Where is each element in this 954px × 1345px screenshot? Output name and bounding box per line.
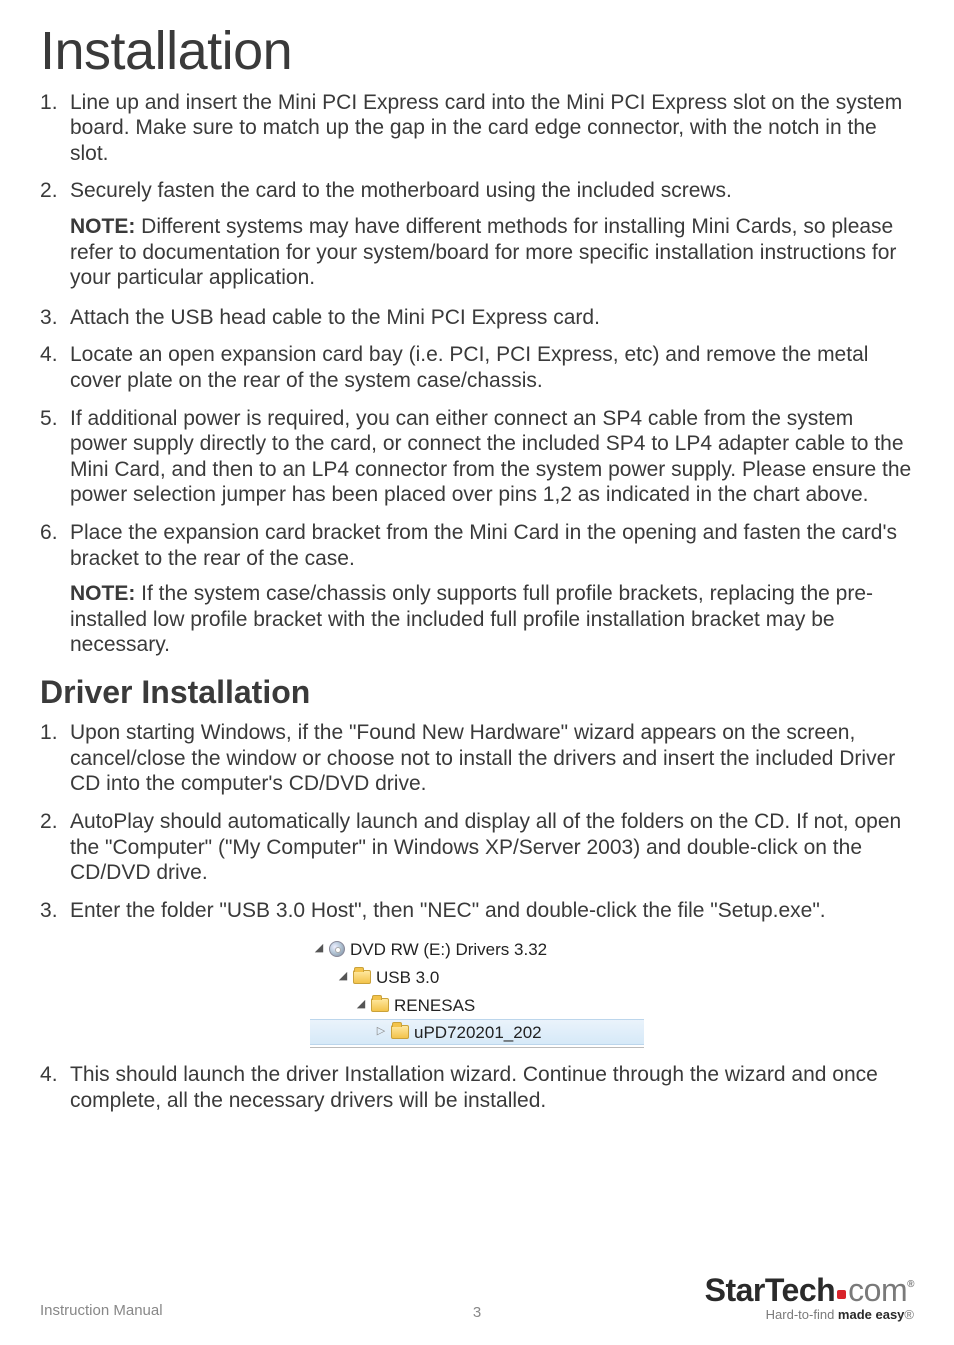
step-text: Securely fasten the card to the motherbo… bbox=[70, 179, 732, 202]
step-text: Place the expansion card bracket from th… bbox=[70, 521, 897, 570]
tree-label: uPD720201_202 bbox=[414, 1022, 542, 1043]
note: NOTE: If the system case/chassis only su… bbox=[70, 581, 914, 658]
note-label: NOTE: bbox=[70, 215, 135, 238]
tree-label: DVD RW (E:) Drivers 3.32 bbox=[350, 939, 547, 960]
brand-ext: com bbox=[848, 1272, 907, 1308]
folder-icon bbox=[391, 1025, 409, 1039]
registered-icon: ® bbox=[904, 1307, 914, 1322]
folder-tree: ◢ DVD RW (E:) Drivers 3.32 ◢ USB 3.0 ◢ R… bbox=[310, 935, 644, 1048]
list-item: Securely fasten the card to the motherbo… bbox=[40, 178, 914, 290]
tagline-bold: made easy bbox=[838, 1307, 905, 1322]
list-item: This should launch the driver Installati… bbox=[40, 1062, 914, 1113]
section-heading: Driver Installation bbox=[40, 672, 914, 712]
driver-steps-continued: This should launch the driver Installati… bbox=[40, 1062, 914, 1113]
tagline-pre: Hard-to-find bbox=[766, 1307, 838, 1322]
list-item: Place the expansion card bracket from th… bbox=[40, 520, 914, 658]
list-item: Attach the USB head cable to the Mini PC… bbox=[40, 305, 914, 331]
footer-left: Instruction Manual bbox=[40, 1302, 163, 1321]
folder-icon bbox=[353, 970, 371, 984]
brand-tagline: Hard-to-find made easy® bbox=[705, 1308, 914, 1321]
tree-row-drive: ◢ DVD RW (E:) Drivers 3.32 bbox=[310, 935, 644, 963]
driver-steps: Upon starting Windows, if the "Found New… bbox=[40, 720, 914, 923]
list-item: Line up and insert the Mini PCI Express … bbox=[40, 90, 914, 167]
tree-label: USB 3.0 bbox=[376, 967, 439, 988]
tree-row-folder: ◢ USB 3.0 bbox=[310, 963, 644, 991]
expand-arrow-icon: ◢ bbox=[314, 942, 324, 956]
note-text: Different systems may have different met… bbox=[70, 215, 896, 289]
page-title: Installation bbox=[40, 18, 914, 86]
folder-icon bbox=[371, 998, 389, 1012]
brand-main: StarTech bbox=[705, 1272, 836, 1308]
expand-arrow-icon: ◢ bbox=[338, 970, 348, 984]
registered-icon: ® bbox=[907, 1279, 914, 1290]
list-item: Enter the folder "USB 3.0 Host", then "N… bbox=[40, 898, 914, 924]
disc-icon bbox=[329, 941, 345, 957]
tree-row-folder-selected: ▷ uPD720201_202 bbox=[310, 1019, 644, 1045]
list-item: Locate an open expansion card bay (i.e. … bbox=[40, 342, 914, 393]
note: NOTE: Different systems may have differe… bbox=[70, 214, 914, 291]
collapse-arrow-icon: ▷ bbox=[376, 1025, 386, 1039]
page-footer: Instruction Manual 3 StarTech com® Hard-t… bbox=[40, 1274, 914, 1321]
note-label: NOTE: bbox=[70, 582, 135, 605]
list-item: Upon starting Windows, if the "Found New… bbox=[40, 720, 914, 797]
list-item: If additional power is required, you can… bbox=[40, 406, 914, 508]
tree-row-folder: ◢ RENESAS bbox=[310, 991, 644, 1019]
brand-logo: StarTechcom® Hard-to-find made easy® bbox=[705, 1274, 914, 1321]
brand-wordmark: StarTech com® bbox=[705, 1274, 914, 1306]
note-text: If the system case/chassis only supports… bbox=[70, 582, 873, 656]
folder-tree-screenshot: ◢ DVD RW (E:) Drivers 3.32 ◢ USB 3.0 ◢ R… bbox=[40, 935, 914, 1048]
tree-label: RENESAS bbox=[394, 995, 475, 1016]
installation-steps: Line up and insert the Mini PCI Express … bbox=[40, 90, 914, 659]
expand-arrow-icon: ◢ bbox=[356, 998, 366, 1012]
brand-dot-icon bbox=[837, 1290, 846, 1299]
page-number: 3 bbox=[473, 1304, 481, 1323]
list-item: AutoPlay should automatically launch and… bbox=[40, 809, 914, 886]
